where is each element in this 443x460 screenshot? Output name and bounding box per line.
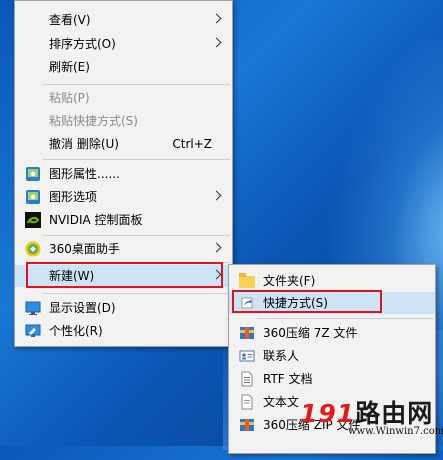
watermark-logo: 191路由网 — [300, 399, 434, 428]
menu-item-nvidia-control-panel[interactable]: NVIDIA 控制面板 — [15, 209, 232, 231]
menu-separator — [43, 84, 230, 85]
chevron-right-icon — [211, 13, 222, 24]
display-icon — [25, 300, 41, 316]
menu-separator — [257, 318, 433, 319]
menu-item-label: 360桌面助手 — [49, 242, 120, 256]
folder-icon — [239, 273, 255, 288]
360-icon — [25, 241, 41, 257]
menu-item-sort-by[interactable]: 排序方式(O) — [15, 33, 232, 55]
menu-item-refresh[interactable]: 刷新(E) — [15, 56, 232, 78]
graphics-options-icon — [25, 189, 41, 205]
menu-separator — [43, 293, 230, 294]
menu-item-label: NVIDIA 控制面板 — [49, 213, 143, 227]
menu-item-360-desktop-assistant[interactable]: 360桌面助手 — [15, 238, 232, 260]
menu-separator — [43, 235, 230, 236]
menu-item-label: 图形属性...... — [49, 167, 120, 181]
menu-separator — [43, 159, 230, 160]
submenu-item-label: 360压缩 7Z 文件 — [263, 326, 358, 340]
annotation-highlight-shortcut — [232, 290, 382, 313]
menu-item-shortcut: Ctrl+Z — [172, 137, 212, 151]
menu-item-display-settings[interactable]: 显示设置(D) — [15, 297, 232, 319]
submenu-item-folder[interactable]: 文件夹(F) — [229, 270, 435, 292]
chevron-right-icon — [211, 190, 222, 201]
chevron-right-icon — [211, 242, 222, 253]
menu-item-label: 查看(V) — [49, 13, 91, 27]
menu-item-label: 撤消 删除(U) — [49, 137, 119, 151]
submenu-item-rtf[interactable]: RTF 文档 — [229, 368, 435, 390]
submenu-item-label: 文件夹(F) — [263, 274, 316, 288]
menu-item-label: 刷新(E) — [49, 60, 90, 74]
desktop-context-menu: 查看(V) 排序方式(O) 刷新(E) 粘贴(P) 粘贴快捷方式(S) 撤消 删… — [14, 0, 233, 347]
archive-icon — [239, 325, 255, 341]
contact-icon — [239, 348, 255, 364]
rtf-icon — [239, 371, 255, 387]
watermark: 191路由网 www.Winwin7.com — [300, 394, 443, 446]
menu-item-graphics-options[interactable]: 图形选项 — [15, 186, 232, 208]
submenu-item-label: 联系人 — [263, 349, 300, 363]
menu-item-label: 粘贴快捷方式(S) — [49, 114, 138, 128]
menu-item-label: 显示设置(D) — [49, 301, 116, 315]
menu-item-paste[interactable]: 粘贴(P) — [15, 87, 232, 109]
watermark-url: www.Winwin7.com — [348, 426, 443, 437]
personalize-icon — [25, 323, 41, 339]
submenu-item-label: 文本文 — [263, 395, 300, 409]
menu-item-label: 排序方式(O) — [49, 37, 116, 51]
menu-item-personalize[interactable]: 个性化(R) — [15, 320, 232, 342]
menu-item-label: 粘贴(P) — [49, 91, 90, 105]
submenu-item-360-7z[interactable]: 360压缩 7Z 文件 — [229, 322, 435, 344]
menu-item-label: 个性化(R) — [49, 324, 103, 338]
graphics-properties-icon — [25, 166, 41, 182]
nvidia-icon — [25, 212, 41, 228]
submenu-item-contact[interactable]: 联系人 — [229, 345, 435, 367]
zip-icon — [239, 417, 255, 433]
text-doc-icon — [239, 394, 255, 410]
menu-item-undo-delete[interactable]: 撤消 删除(U) Ctrl+Z — [15, 133, 232, 155]
menu-item-view[interactable]: 查看(V) — [15, 9, 232, 31]
submenu-item-label: RTF 文档 — [263, 372, 313, 386]
chevron-right-icon — [211, 37, 222, 48]
menu-item-paste-shortcut[interactable]: 粘贴快捷方式(S) — [15, 110, 232, 132]
menu-item-graphics-properties[interactable]: 图形属性...... — [15, 163, 232, 185]
menu-item-label: 图形选项 — [49, 190, 98, 204]
annotation-highlight-new — [26, 262, 223, 288]
